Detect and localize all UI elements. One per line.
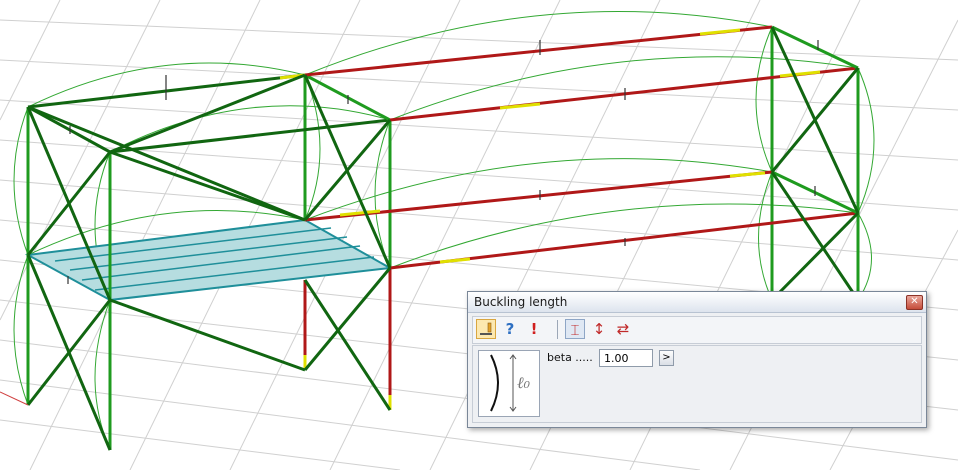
lateral-torsional-mode-button[interactable]: ⇄ (613, 319, 633, 339)
beta-options-button[interactable]: > (659, 350, 674, 366)
chevron-right-icon: > (662, 352, 671, 363)
dialog-body: ℓ₀ beta ..... > (472, 345, 922, 423)
help-icon: ? (505, 320, 515, 338)
lateral-torsional-icon: ⇄ (616, 320, 630, 338)
buckling-z-icon: ↕ (592, 320, 606, 338)
close-icon: ✕ (910, 296, 919, 307)
buckling-z-mode-button[interactable]: ↕ (589, 319, 609, 339)
help-button[interactable]: ? (500, 319, 520, 339)
dialog-titlebar[interactable]: Buckling length ✕ (468, 292, 926, 313)
warning-button[interactable]: ! (524, 319, 544, 339)
buckling-diagram: ℓ₀ (478, 350, 540, 417)
buckling-y-mode-button[interactable]: ⌶ (565, 319, 585, 339)
beta-input[interactable] (599, 349, 653, 367)
pencil-edit-icon (480, 322, 492, 335)
beta-label: beta ..... (547, 351, 593, 364)
buckling-y-icon: ⌶ (570, 321, 580, 339)
dialog-title: Buckling length (474, 295, 568, 309)
length-symbol: ℓ₀ (517, 373, 531, 392)
warning-icon: ! (530, 320, 538, 338)
close-button[interactable]: ✕ (906, 295, 923, 310)
edit-button[interactable] (476, 319, 496, 339)
buckling-length-dialog: Buckling length ✕ ? ! ⌶ ↕ ⇄ ℓ₀ beta ....… (467, 291, 927, 428)
toolbar-separator (557, 320, 558, 339)
dialog-toolbar: ? ! ⌶ ↕ ⇄ (472, 316, 922, 344)
